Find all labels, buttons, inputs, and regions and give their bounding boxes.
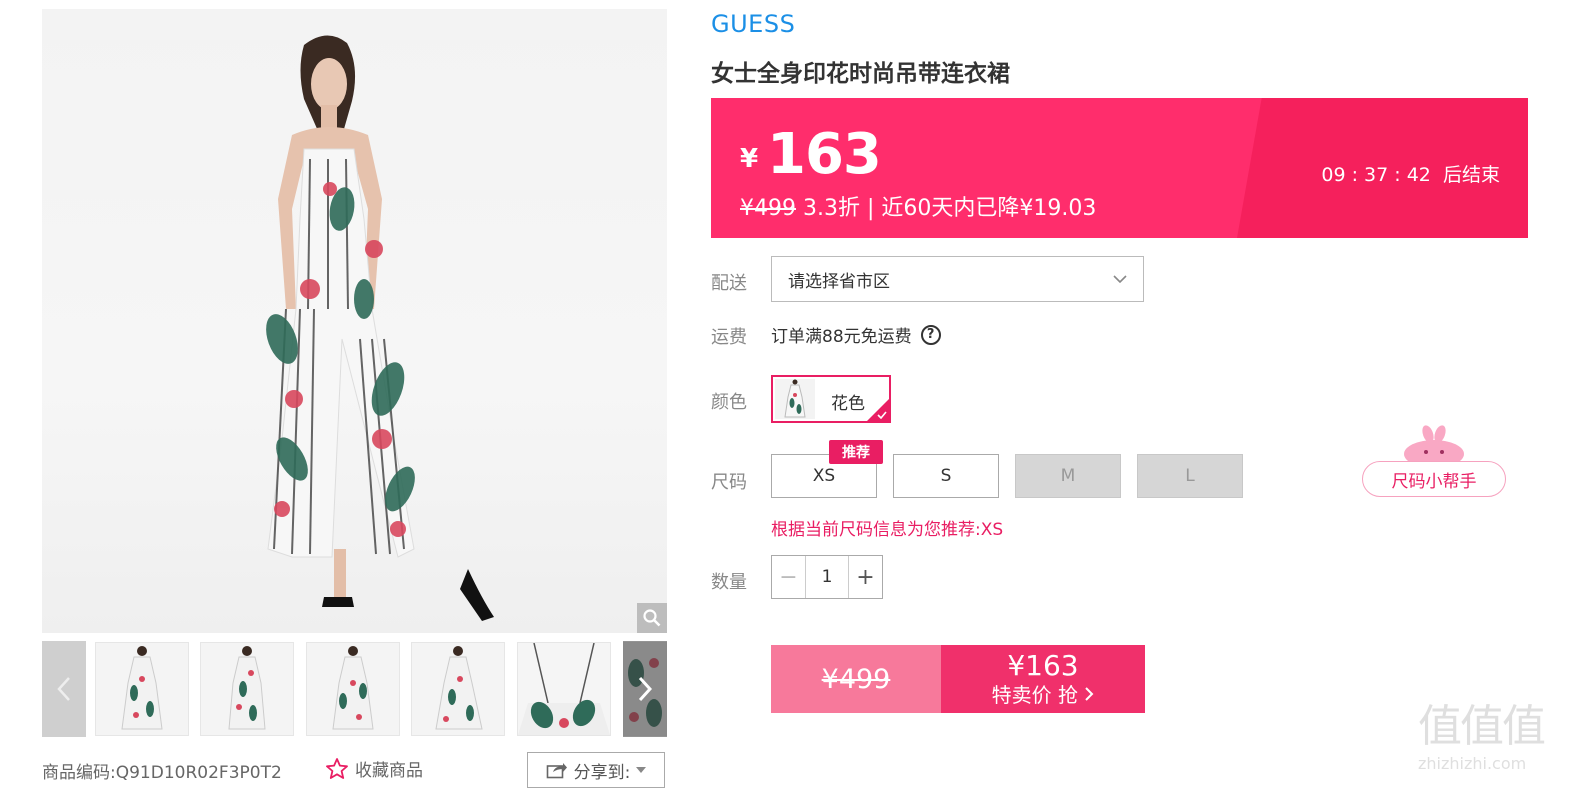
color-label: 颜色 bbox=[711, 392, 747, 413]
thumbnail-3[interactable] bbox=[306, 642, 400, 736]
dress-swatch bbox=[775, 379, 815, 419]
dress-photo bbox=[266, 35, 494, 621]
size-recommendation-text: 根据当前尺码信息为您推荐:XS bbox=[771, 520, 1004, 540]
color-name: 花色 bbox=[831, 394, 865, 414]
buy-cta-row: 特卖价 抢 bbox=[992, 682, 1095, 708]
favorite-label: 收藏商品 bbox=[355, 761, 423, 781]
question-icon[interactable]: ? bbox=[920, 324, 941, 345]
star-icon bbox=[326, 757, 348, 779]
size-helper-mascot-icon bbox=[1404, 425, 1464, 466]
shipping-text: 订单满88元免运费 bbox=[771, 327, 912, 347]
checkmark-icon bbox=[877, 411, 887, 419]
brand-name[interactable]: GUESS bbox=[711, 10, 795, 38]
color-option-selected[interactable]: 花色 bbox=[771, 375, 891, 423]
thumbnail-image bbox=[435, 646, 483, 730]
original-price-button[interactable]: ¥499 bbox=[771, 645, 941, 713]
price-banner: ¥ 163 ¥499 3.3折 | 近60天内已降¥19.03 09 : 37 … bbox=[711, 98, 1528, 238]
thumbnail-5[interactable] bbox=[517, 642, 611, 736]
watermark-glyphs: 值值值 bbox=[1418, 701, 1546, 752]
price-subline: ¥499 3.3折 | 近60天内已降¥19.03 bbox=[740, 190, 1096, 222]
color-swatch-image bbox=[775, 379, 815, 419]
recommended-tag: 推荐 bbox=[829, 440, 883, 464]
original-price: ¥499 bbox=[740, 196, 796, 221]
product-code: 商品编码:Q91D10R02F3P0T2 bbox=[42, 758, 282, 783]
quantity-input[interactable] bbox=[806, 556, 848, 598]
currency-symbol: ¥ bbox=[740, 144, 759, 174]
chevron-down-icon bbox=[1113, 275, 1127, 283]
main-product-image[interactable] bbox=[42, 9, 667, 633]
favorite-button[interactable]: 收藏商品 bbox=[325, 756, 423, 781]
countdown-value: 09 : 37 : 42 bbox=[1321, 164, 1431, 186]
quantity-stepper: − + bbox=[771, 555, 883, 599]
size-option-s[interactable]: S bbox=[893, 454, 999, 498]
size-option-m: M bbox=[1015, 454, 1121, 498]
thumbnail-prev-button[interactable] bbox=[42, 641, 86, 737]
size-option-l: L bbox=[1137, 454, 1243, 498]
region-placeholder: 请选择省市区 bbox=[788, 271, 890, 292]
price-drop-note: 近60天内已降¥19.03 bbox=[881, 196, 1097, 221]
shipping-info: 订单满88元免运费 ? bbox=[771, 322, 941, 347]
quantity-decrease-button[interactable]: − bbox=[772, 556, 806, 598]
thumbnail-1[interactable] bbox=[95, 642, 189, 736]
share-label: 分享到: bbox=[573, 762, 631, 783]
watermark-site: zhizhizhi.com bbox=[1418, 754, 1527, 773]
size-label: 尺码 bbox=[711, 472, 747, 493]
caret-down-icon bbox=[636, 767, 647, 773]
current-price: 163 bbox=[767, 122, 882, 187]
chevron-right-icon bbox=[1085, 687, 1094, 701]
magnifier-icon bbox=[643, 609, 661, 627]
thumbnail-image bbox=[228, 646, 266, 730]
quantity-increase-button[interactable]: + bbox=[848, 556, 882, 598]
watermark: 值值值 zhizhizhi.com bbox=[1418, 700, 1563, 786]
countdown-suffix: 后结束 bbox=[1442, 164, 1500, 186]
price-separator: | bbox=[867, 196, 875, 221]
quantity-label: 数量 bbox=[711, 572, 747, 593]
product-code-value: Q91D10R02F3P0T2 bbox=[115, 763, 282, 783]
thumbnail-4[interactable] bbox=[411, 642, 505, 736]
chevron-right-icon bbox=[638, 676, 652, 702]
countdown-timer: 09 : 37 : 42 后结束 bbox=[1321, 160, 1500, 187]
thumbnail-image bbox=[332, 646, 374, 730]
share-dropdown[interactable]: 分享到: bbox=[527, 752, 665, 788]
thumbnail-next-button[interactable] bbox=[623, 641, 667, 737]
size-helper-button[interactable]: 尺码小帮手 bbox=[1362, 461, 1506, 497]
product-code-label: 商品编码: bbox=[42, 763, 116, 783]
chevron-left-icon bbox=[57, 677, 70, 701]
thumbnail-2[interactable] bbox=[200, 642, 294, 736]
thumbnail-image bbox=[518, 643, 610, 735]
shipping-label: 运费 bbox=[711, 327, 747, 348]
product-title: 女士全身印花时尚吊带连衣裙 bbox=[711, 61, 1010, 87]
share-icon bbox=[546, 763, 567, 779]
zoom-button[interactable] bbox=[637, 603, 667, 633]
delivery-label: 配送 bbox=[711, 273, 747, 294]
buy-now-button[interactable]: ¥163 特卖价 抢 bbox=[941, 645, 1145, 713]
buy-cta-label: 特卖价 抢 bbox=[991, 683, 1078, 707]
buy-sale-price: ¥163 bbox=[1007, 649, 1079, 682]
thumbnail-image bbox=[121, 646, 163, 730]
region-select[interactable]: 请选择省市区 bbox=[771, 256, 1144, 302]
discount-rate: 3.3折 bbox=[803, 196, 860, 221]
